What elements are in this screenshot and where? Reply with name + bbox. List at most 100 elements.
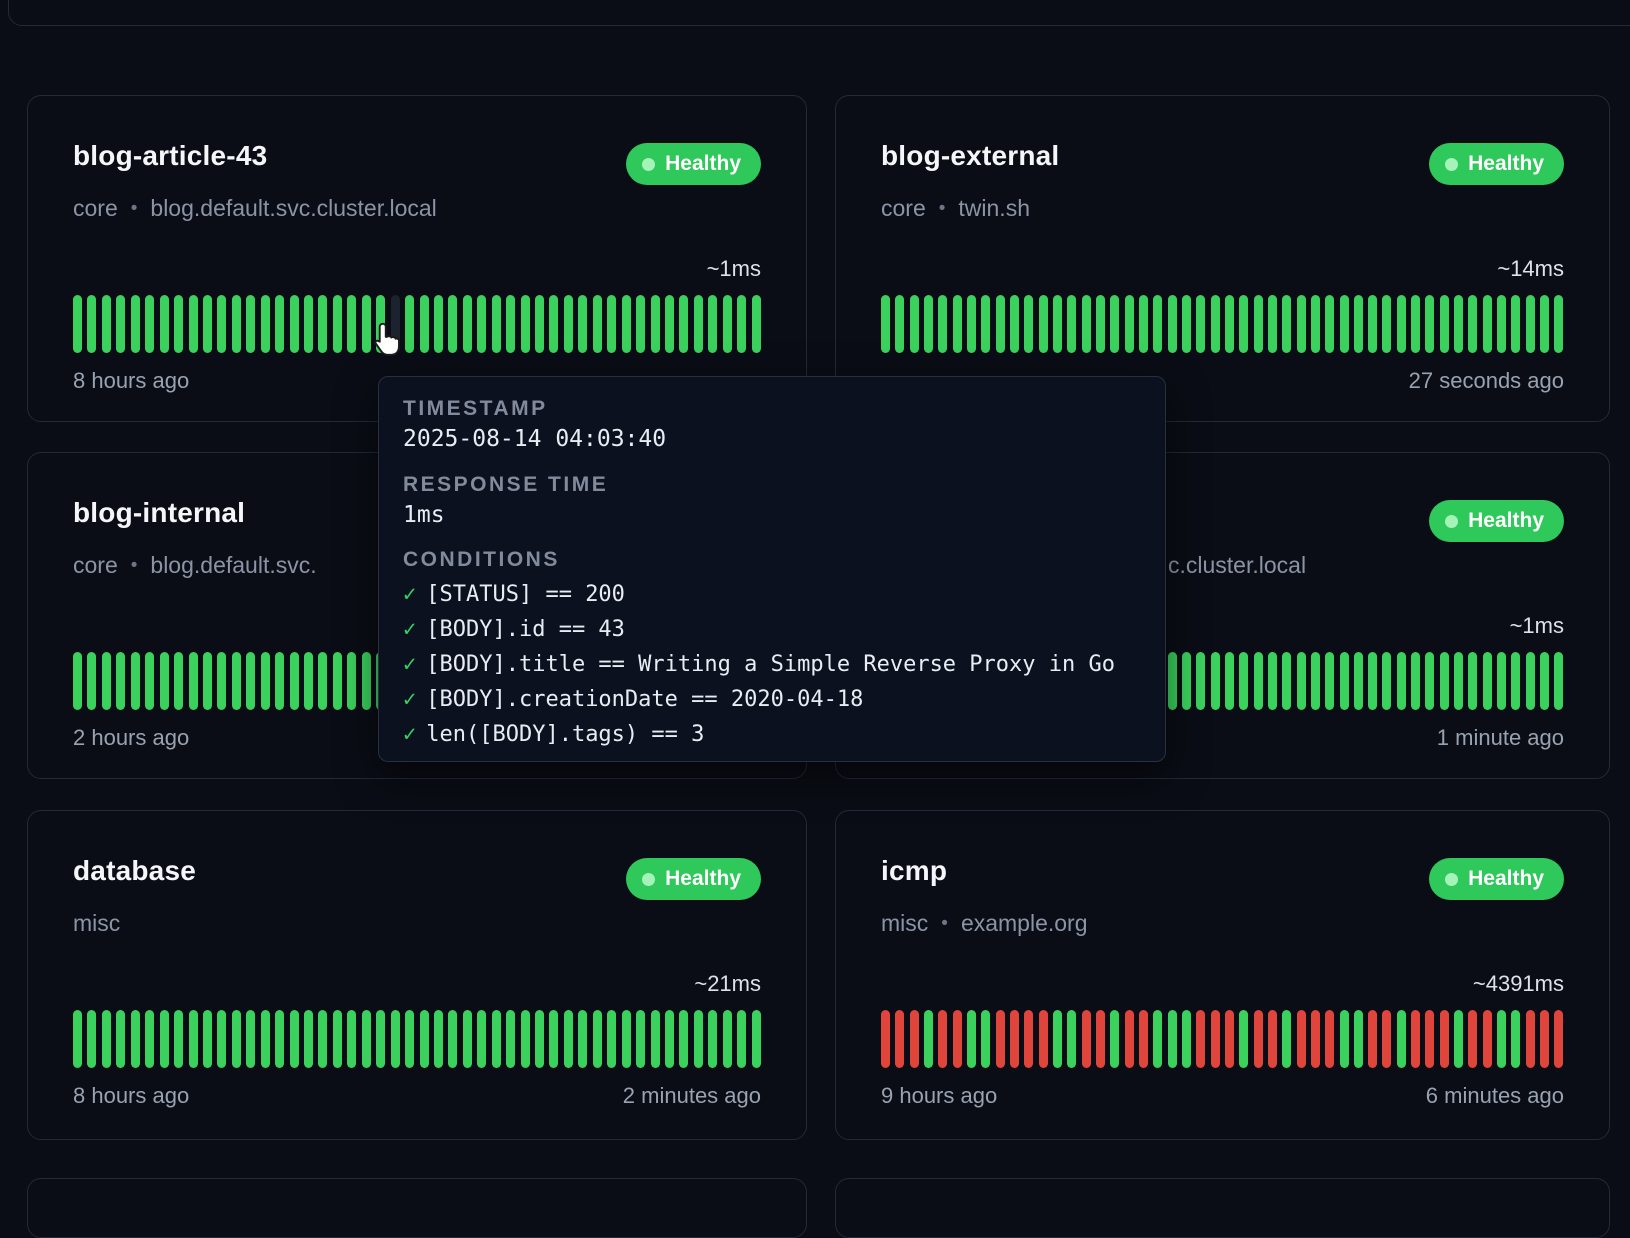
uptime-bar[interactable] <box>73 1010 82 1068</box>
uptime-bar[interactable] <box>1010 295 1019 353</box>
uptime-bar[interactable] <box>1254 652 1263 710</box>
uptime-bar[interactable] <box>564 1010 573 1068</box>
uptime-bar[interactable] <box>1297 1010 1306 1068</box>
uptime-bar[interactable] <box>333 652 342 710</box>
uptime-bar[interactable] <box>87 652 96 710</box>
uptime-bar[interactable] <box>708 295 717 353</box>
uptime-bar[interactable] <box>1425 295 1434 353</box>
uptime-bar[interactable] <box>275 1010 284 1068</box>
uptime-bar[interactable] <box>1425 1010 1434 1068</box>
uptime-bar[interactable] <box>651 1010 660 1068</box>
uptime-bar[interactable] <box>1053 295 1062 353</box>
uptime-bar[interactable] <box>1096 1010 1105 1068</box>
uptime-bar[interactable] <box>420 295 429 353</box>
uptime-bar[interactable] <box>953 1010 962 1068</box>
uptime-bar[interactable] <box>1440 1010 1449 1068</box>
uptime-bar[interactable] <box>232 652 241 710</box>
uptime-bar[interactable] <box>1411 1010 1420 1068</box>
uptime-bar[interactable] <box>463 295 472 353</box>
uptime-bar[interactable] <box>1139 1010 1148 1068</box>
uptime-bar[interactable] <box>261 1010 270 1068</box>
uptime-bar[interactable] <box>1125 295 1134 353</box>
uptime-bar[interactable] <box>448 1010 457 1068</box>
uptime-bar[interactable] <box>1425 652 1434 710</box>
uptime-bar[interactable] <box>102 652 111 710</box>
uptime-bar[interactable] <box>1497 652 1506 710</box>
uptime-bar[interactable] <box>1382 295 1391 353</box>
uptime-bar[interactable] <box>1096 295 1105 353</box>
uptime-bar[interactable] <box>910 1010 919 1068</box>
uptime-bar[interactable] <box>347 652 356 710</box>
uptime-bar[interactable] <box>160 295 169 353</box>
uptime-bar[interactable] <box>1311 1010 1320 1068</box>
uptime-bar[interactable] <box>996 1010 1005 1068</box>
uptime-bar[interactable] <box>1067 1010 1076 1068</box>
uptime-bar[interactable] <box>131 295 140 353</box>
uptime-bar[interactable] <box>1411 295 1420 353</box>
uptime-bar[interactable] <box>448 295 457 353</box>
uptime-bar[interactable] <box>1268 1010 1277 1068</box>
uptime-bar[interactable] <box>1340 1010 1349 1068</box>
uptime-bar[interactable] <box>362 652 371 710</box>
uptime-bar[interactable] <box>1354 1010 1363 1068</box>
uptime-bar[interactable] <box>1110 1010 1119 1068</box>
uptime-bar[interactable] <box>73 652 82 710</box>
uptime-bar[interactable] <box>492 295 501 353</box>
uptime-bar[interactable] <box>246 1010 255 1068</box>
uptime-bar[interactable] <box>174 295 183 353</box>
uptime-bar[interactable] <box>506 1010 515 1068</box>
uptime-bar[interactable] <box>1368 1010 1377 1068</box>
uptime-bar[interactable] <box>737 295 746 353</box>
uptime-bar[interactable] <box>102 1010 111 1068</box>
uptime-bar[interactable] <box>232 295 241 353</box>
uptime-bar[interactable] <box>881 1010 890 1068</box>
uptime-bar[interactable] <box>1497 1010 1506 1068</box>
uptime-bar[interactable] <box>174 1010 183 1068</box>
uptime-bar[interactable] <box>549 295 558 353</box>
uptime-bar[interactable] <box>1325 1010 1334 1068</box>
uptime-bar[interactable] <box>1268 295 1277 353</box>
uptime-bar[interactable] <box>275 652 284 710</box>
uptime-bar[interactable] <box>1368 652 1377 710</box>
uptime-bar[interactable] <box>1382 652 1391 710</box>
uptime-bar[interactable] <box>318 1010 327 1068</box>
uptime-bar[interactable] <box>1039 1010 1048 1068</box>
uptime-bar[interactable] <box>362 295 371 353</box>
uptime-bar[interactable] <box>953 295 962 353</box>
uptime-bar[interactable] <box>1397 652 1406 710</box>
uptime-bar[interactable] <box>1440 652 1449 710</box>
uptime-bar[interactable] <box>1526 652 1535 710</box>
uptime-bar[interactable] <box>1411 652 1420 710</box>
uptime-bar[interactable] <box>1239 295 1248 353</box>
uptime-bar[interactable] <box>1039 295 1048 353</box>
uptime-bar[interactable] <box>333 1010 342 1068</box>
uptime-bar[interactable] <box>1225 295 1234 353</box>
uptime-bar[interactable] <box>131 1010 140 1068</box>
uptime-bar[interactable] <box>1254 1010 1263 1068</box>
uptime-bar[interactable] <box>1268 652 1277 710</box>
uptime-bar[interactable] <box>895 295 904 353</box>
uptime-bar[interactable] <box>564 295 573 353</box>
uptime-bar[interactable] <box>145 1010 154 1068</box>
uptime-bar[interactable] <box>1511 1010 1520 1068</box>
uptime-bar[interactable] <box>737 1010 746 1068</box>
uptime-bars[interactable] <box>881 295 1564 353</box>
uptime-bar[interactable] <box>217 1010 226 1068</box>
uptime-bar[interactable] <box>1325 652 1334 710</box>
uptime-bar[interactable] <box>405 1010 414 1068</box>
uptime-bar[interactable] <box>189 295 198 353</box>
endpoint-card[interactable]: blog-article-43 Healthy core • blog.defa… <box>27 95 807 422</box>
uptime-bar[interactable] <box>708 1010 717 1068</box>
uptime-bar[interactable] <box>477 1010 486 1068</box>
uptime-bar[interactable] <box>1297 295 1306 353</box>
uptime-bar[interactable] <box>1511 295 1520 353</box>
uptime-bar[interactable] <box>203 295 212 353</box>
uptime-bar[interactable] <box>275 295 284 353</box>
uptime-bar[interactable] <box>910 295 919 353</box>
uptime-bar[interactable] <box>679 1010 688 1068</box>
uptime-bar[interactable] <box>217 295 226 353</box>
uptime-bar[interactable] <box>607 295 616 353</box>
uptime-bar[interactable] <box>261 652 270 710</box>
uptime-bar[interactable] <box>694 295 703 353</box>
uptime-bar[interactable] <box>1211 652 1220 710</box>
